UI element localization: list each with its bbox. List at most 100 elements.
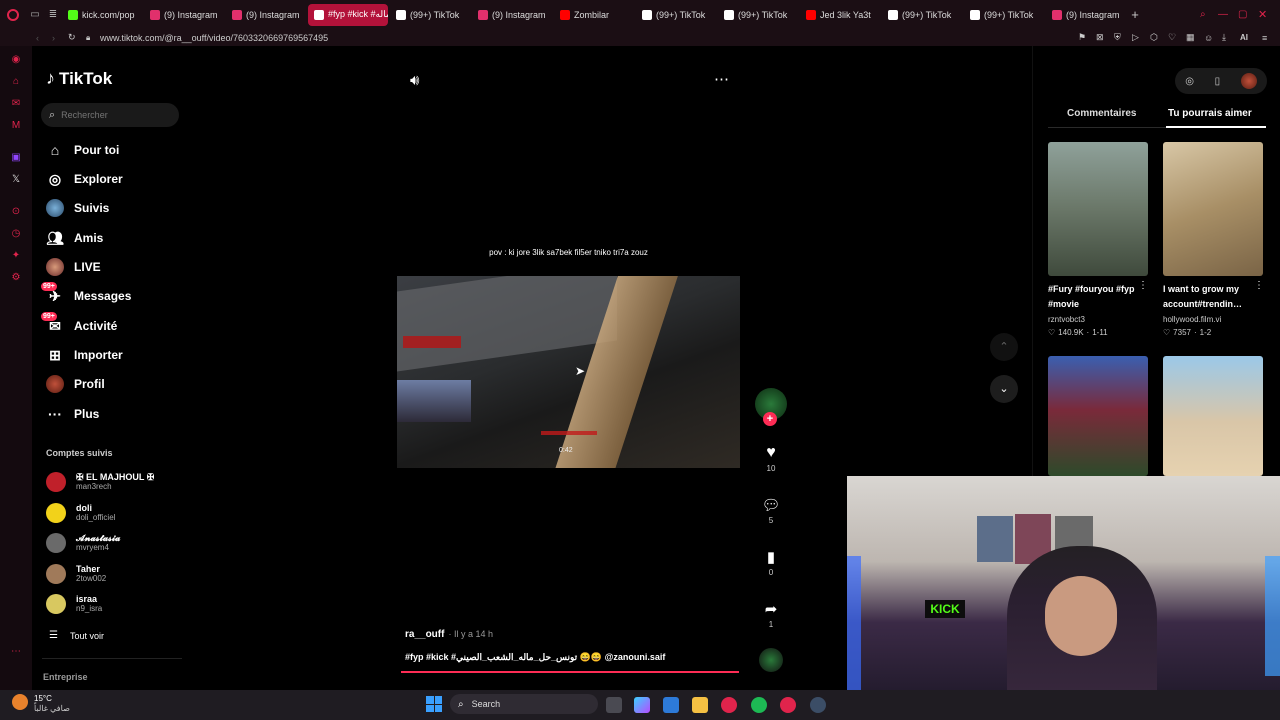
wallet-icon[interactable]: ▦ xyxy=(1186,32,1204,43)
history-icon[interactable]: ◷ xyxy=(10,228,22,240)
recommended-thumbnail[interactable] xyxy=(1048,142,1148,276)
recommended-thumbnail[interactable] xyxy=(1163,142,1263,276)
browser-tab[interactable]: (9) Instagram xyxy=(1046,4,1126,26)
nav-item[interactable]: ◎ Explorer xyxy=(46,167,123,191)
reload-icon[interactable]: ↻ xyxy=(68,32,86,43)
new-tab-button[interactable]: + xyxy=(1126,7,1144,22)
extensions-icon[interactable]: ⬡ xyxy=(1150,32,1168,43)
explorer-icon[interactable] xyxy=(692,697,708,713)
prev-video-button[interactable]: ⌃ xyxy=(990,333,1018,361)
heart-icon[interactable]: ♡ xyxy=(1168,32,1186,43)
search-box[interactable]: ⌕ xyxy=(41,103,179,127)
browser-tab[interactable]: kick.com/pop xyxy=(62,4,142,26)
forward-icon[interactable]: › xyxy=(52,33,68,43)
settings-icon[interactable]: ⚙ xyxy=(10,272,22,284)
music-disc-icon[interactable] xyxy=(759,648,783,672)
nav-item[interactable]: Profil xyxy=(46,372,105,396)
next-video-button[interactable]: ⌄ xyxy=(990,375,1018,403)
video-progress-bar[interactable] xyxy=(401,671,739,673)
browser-tab[interactable]: #fyp #kick #ـحل_ماله xyxy=(308,3,388,26)
weather-temp[interactable]: 15°C xyxy=(34,694,52,703)
menu-icon[interactable]: ≡ xyxy=(1262,33,1280,43)
nav-item[interactable]: ✉ 99+ Activité xyxy=(41,312,117,338)
mail-icon[interactable]: M xyxy=(10,120,22,132)
followed-account[interactable]: israa n9_isra xyxy=(46,594,102,614)
x-icon[interactable]: 𝕏 xyxy=(10,174,22,186)
volume-icon[interactable]: 🔊︎ xyxy=(410,72,419,89)
start-button[interactable] xyxy=(426,696,442,712)
app-icon[interactable] xyxy=(780,697,796,713)
tab-recommended[interactable]: Tu pourrais aimer xyxy=(1168,108,1252,119)
user-avatar[interactable] xyxy=(1240,73,1257,89)
search-input[interactable] xyxy=(61,110,162,120)
browser-tab[interactable]: (9) Instagram xyxy=(472,4,552,26)
search-tabs-icon[interactable]: ⌕ xyxy=(1200,9,1218,20)
nav-item[interactable]: ⌂ Pour toi xyxy=(46,138,120,162)
browser-tab[interactable]: (99+) TikTok xyxy=(390,4,470,26)
nav-item[interactable]: LIVE xyxy=(46,255,101,279)
card-title[interactable]: I want to grow my account#trendin… xyxy=(1163,282,1255,312)
browser-tab[interactable]: (99+) TikTok xyxy=(964,4,1044,26)
play-icon[interactable]: ▷ xyxy=(1132,32,1150,43)
followed-account[interactable]: Taher 2tow002 xyxy=(46,564,106,584)
browser-tab[interactable]: Zombilar xyxy=(554,4,634,26)
back-icon[interactable]: ‹ xyxy=(36,33,52,43)
recommended-thumbnail[interactable] xyxy=(1048,356,1148,476)
nav-item[interactable]: Suivis xyxy=(46,196,109,220)
footer-link[interactable]: Entreprise xyxy=(43,672,88,682)
save-button[interactable]: ▮ 0 xyxy=(760,548,782,577)
browser-tab[interactable]: Jed 3lik Ya3t xyxy=(800,4,880,26)
card-author[interactable]: hollywood.film.vi xyxy=(1163,315,1221,324)
shopping-icon[interactable]: ⌂ xyxy=(10,76,22,88)
followed-account[interactable]: ✠ EL MAJHOUL ✠ man3rech xyxy=(46,472,154,492)
followed-account[interactable]: 𝓐𝓷𝓪𝓼𝓽𝓪𝓼𝓲𝓪 mvryem4 xyxy=(46,533,120,553)
screenshot-icon[interactable]: ⊠ xyxy=(1096,32,1114,43)
compass-small-icon[interactable]: ◎ xyxy=(1185,76,1194,87)
bookmark-icon[interactable]: ⚑ xyxy=(1078,32,1096,43)
spotify-icon[interactable] xyxy=(751,697,767,713)
author-name[interactable]: ra__ouff xyxy=(405,629,444,640)
tab-comments[interactable]: Commentaires xyxy=(1067,108,1136,119)
device-icon[interactable]: ▯ xyxy=(1215,76,1221,87)
video-player[interactable]: 0:42 ➤ xyxy=(397,276,740,468)
share-button[interactable]: ➦ 1 xyxy=(760,600,782,629)
url-field[interactable]: www.tiktok.com/@ra__ouff/video/760332066… xyxy=(100,33,328,43)
card-author[interactable]: rzntvobct3 xyxy=(1048,315,1085,324)
browser-tab[interactable]: (99+) TikTok xyxy=(636,4,716,26)
weather-icon[interactable] xyxy=(12,694,28,710)
like-button[interactable]: ♥ 10 xyxy=(760,444,782,473)
close-window-icon[interactable]: ✕ xyxy=(1258,8,1280,21)
see-all-button[interactable]: ☰ Tout voir xyxy=(49,630,104,641)
browser-tab[interactable]: (9) Instagram xyxy=(226,4,306,26)
follow-plus-icon[interactable]: + xyxy=(763,412,777,426)
twitch-icon[interactable]: ▣ xyxy=(10,152,22,164)
steam-icon[interactable] xyxy=(810,697,826,713)
more-options-icon[interactable]: ⋯ xyxy=(714,70,729,88)
taskbar-search[interactable]: ⌕ Search xyxy=(450,694,598,714)
extensions-rail-icon[interactable]: ✦ xyxy=(10,250,22,262)
card-more-icon[interactable]: ⋮ xyxy=(1138,280,1148,291)
browser-tab[interactable]: (99+) TikTok xyxy=(882,4,962,26)
card-more-icon[interactable]: ⋮ xyxy=(1254,280,1264,291)
opera-gx-icon[interactable] xyxy=(721,697,737,713)
nav-item[interactable]: ✈ 99+ Messages xyxy=(41,282,131,308)
minimize-icon[interactable]: — xyxy=(1218,9,1238,20)
copilot-icon[interactable] xyxy=(634,697,650,713)
shield-icon[interactable]: ⛨ xyxy=(1114,32,1132,43)
messenger-icon[interactable]: ✉ xyxy=(10,98,22,110)
tab-list-icon[interactable]: ≣ xyxy=(44,4,62,26)
download-icon[interactable]: ⤓ xyxy=(1222,32,1240,43)
maximize-icon[interactable]: ▢ xyxy=(1238,9,1258,20)
nav-item[interactable]: ··· Plus xyxy=(46,402,99,426)
tiktok-logo[interactable]: ♪ TikTok xyxy=(46,68,112,89)
followed-account[interactable]: doli doli_officiel xyxy=(46,503,115,523)
nav-item[interactable]: ⊞ Importer xyxy=(46,343,123,367)
aria-icon[interactable]: ◉ xyxy=(10,54,22,66)
workspace-icon[interactable]: ▭ xyxy=(26,4,44,26)
ai-icon[interactable]: AI xyxy=(1240,33,1262,42)
more-rail-icon[interactable]: ⋯ xyxy=(10,646,22,658)
player-icon[interactable]: ⊙ xyxy=(10,206,22,218)
browser-tab[interactable]: (9) Instagram xyxy=(144,4,224,26)
card-title[interactable]: #Fury #fouryou #fyp #movie xyxy=(1048,282,1138,312)
nav-item[interactable]: 👥︎ Amis xyxy=(46,226,103,250)
